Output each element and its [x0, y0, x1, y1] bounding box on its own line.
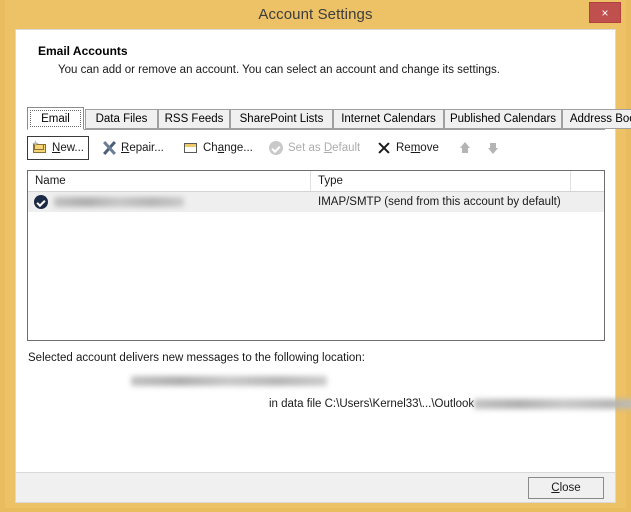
column-header-name[interactable]: Name — [28, 171, 311, 191]
tab-email[interactable]: Email — [27, 107, 84, 130]
toolbar-button-label: Change... — [203, 142, 253, 154]
tab-address-books[interactable]: Address Books — [562, 109, 631, 129]
tab-label: SharePoint Lists — [240, 113, 324, 125]
default-account-check-icon — [34, 195, 48, 209]
tab-strip: Email Data Files RSS Feeds SharePoint Lists… — [27, 107, 605, 129]
redacted-data-file-suffix: redacted — [474, 399, 631, 409]
window-title: Account Settings — [5, 6, 626, 23]
tab-sharepoint-lists[interactable]: SharePoint Lists — [230, 109, 333, 129]
delivery-location-label: Selected account delivers new messages t… — [28, 352, 365, 364]
account-name-cell: redacted — [54, 192, 184, 212]
remove-icon — [376, 140, 392, 156]
account-list[interactable]: Name Type redacted IMAP/SMTP (send from … — [27, 170, 605, 341]
toolbar-button-label: New... — [52, 142, 84, 154]
arrow-down-icon — [485, 140, 501, 156]
page-title: Email Accounts — [38, 44, 128, 58]
close-button-accel: C — [551, 482, 559, 494]
tab-data-files[interactable]: Data Files — [85, 109, 158, 129]
close-button[interactable]: Close — [528, 477, 604, 499]
page-subtitle: You can add or remove an account. You ca… — [58, 64, 500, 76]
table-row[interactable]: redacted IMAP/SMTP (send from this accou… — [28, 192, 604, 212]
dialog-footer: Close — [15, 473, 616, 503]
tab-rss-feeds[interactable]: RSS Feeds — [158, 109, 230, 129]
account-list-header: Name Type — [28, 171, 604, 192]
toolbar-button-label: Remove — [396, 142, 439, 154]
repair-icon — [101, 140, 117, 156]
tab-internet-calendars[interactable]: Internet Calendars — [333, 109, 444, 129]
account-toolbar: New... Repair... Change... Set as Default Re… — [27, 136, 605, 162]
data-file-path: in data file C:\Users\Kernel33\...\Outlo… — [269, 398, 474, 410]
account-settings-window: Account Settings × Email Accounts You ca… — [0, 0, 631, 512]
set-default-icon — [268, 140, 284, 156]
tab-label: Address Books — [570, 113, 631, 125]
arrow-up-icon — [457, 140, 473, 156]
change-button[interactable]: Change... — [179, 136, 261, 160]
sparkle-icon — [32, 140, 39, 147]
tab-underline — [27, 129, 605, 130]
tab-label: Data Files — [96, 113, 148, 125]
repair-button[interactable]: Repair... — [97, 136, 173, 160]
tab-label: Internet Calendars — [341, 113, 436, 125]
delivery-location-value: redacted — [131, 375, 327, 387]
column-header-spacer[interactable] — [571, 171, 604, 191]
redacted-account-name: redacted — [54, 197, 184, 207]
close-button-label: lose — [560, 482, 581, 494]
close-x-icon[interactable]: × — [589, 2, 621, 23]
remove-button[interactable]: Remove — [372, 136, 450, 160]
tab-label: Published Calendars — [450, 113, 556, 125]
toolbar-button-label: Repair... — [121, 142, 164, 154]
column-header-type[interactable]: Type — [311, 171, 571, 191]
new-account-icon — [32, 140, 48, 156]
change-icon — [183, 140, 199, 156]
window-frame: Account Settings × Email Accounts You ca… — [5, 0, 626, 508]
tab-published-calendars[interactable]: Published Calendars — [444, 109, 562, 129]
set-as-default-button: Set as Default — [264, 136, 369, 160]
delivery-data-file: in data file C:\Users\Kernel33\...\Outlo… — [269, 398, 631, 410]
redacted-delivery-location: redacted — [131, 376, 327, 386]
account-type-cell: IMAP/SMTP (send from this account by def… — [318, 192, 561, 212]
tab-label: RSS Feeds — [165, 113, 224, 125]
tab-label: Email — [41, 113, 70, 125]
toolbar-button-label: Set as Default — [288, 142, 360, 154]
dialog-body: Email Accounts You can add or remove an … — [15, 29, 616, 473]
new-button[interactable]: New... — [27, 136, 89, 160]
